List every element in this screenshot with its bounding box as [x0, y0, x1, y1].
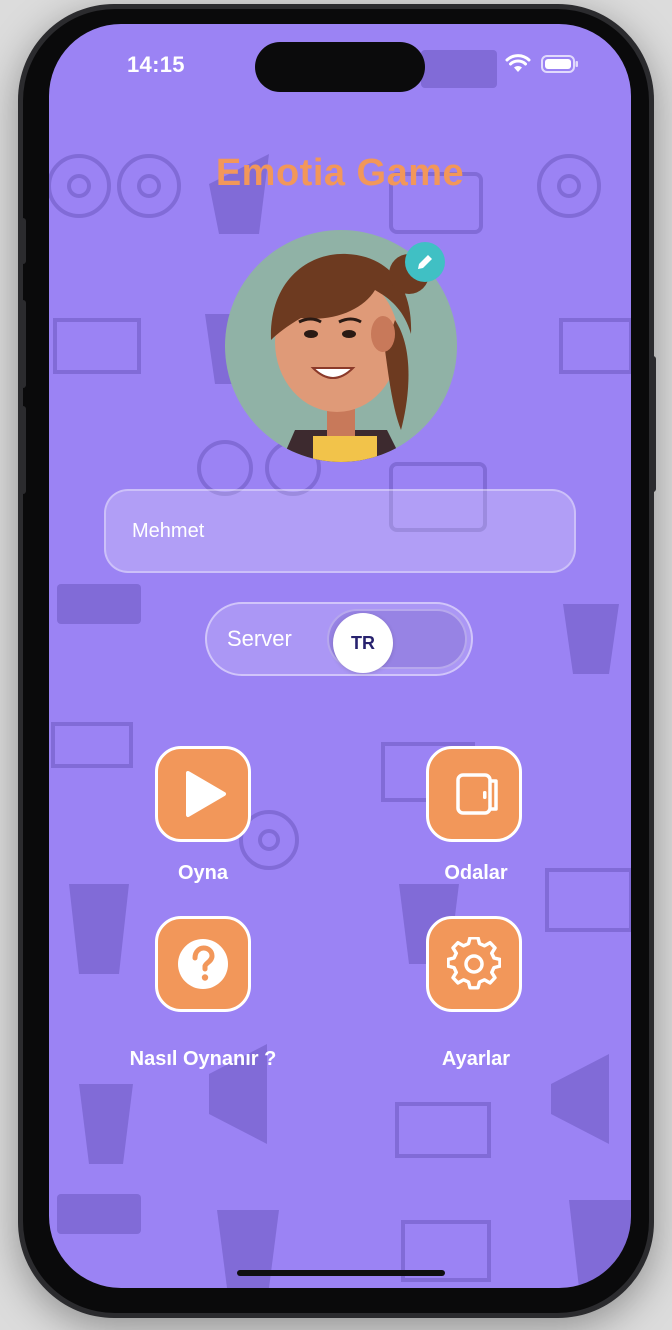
pencil-icon [418, 253, 434, 269]
home-indicator[interactable] [237, 1270, 445, 1276]
status-time: 14:15 [127, 52, 185, 77]
rooms-label: Odalar [444, 862, 508, 884]
how-to-play-label: Nasıl Oynanır ? [129, 1048, 277, 1070]
wifi-icon [505, 54, 531, 72]
power-button [650, 356, 656, 492]
edit-avatar-button[interactable] [405, 242, 445, 282]
play-icon [186, 771, 226, 817]
name-input[interactable]: Mehmet [104, 489, 576, 573]
how-to-play-button[interactable] [155, 916, 251, 1012]
app-screen: 14:15 Emotia Game Mehmet Server TR Oyna … [49, 24, 631, 1288]
server-label: Server [227, 626, 292, 651]
app-title: Emotia Game [215, 152, 465, 194]
dynamic-island [255, 42, 425, 92]
play-button[interactable] [155, 746, 251, 842]
mute-switch [20, 218, 26, 264]
volume-up-button [20, 300, 26, 388]
question-icon [178, 939, 228, 989]
volume-down-button [20, 406, 26, 494]
server-toggle[interactable]: Server TR [205, 602, 473, 676]
play-label: Oyna [177, 862, 229, 884]
status-icons [505, 54, 579, 74]
server-switch-knob[interactable]: TR [333, 613, 393, 673]
settings-label: Ayarlar [441, 1048, 511, 1070]
server-switch[interactable]: TR [327, 609, 467, 673]
rooms-button[interactable] [426, 746, 522, 842]
door-icon [456, 773, 498, 815]
gear-icon [447, 937, 501, 990]
battery-icon [541, 55, 578, 73]
settings-button[interactable] [426, 916, 522, 1012]
